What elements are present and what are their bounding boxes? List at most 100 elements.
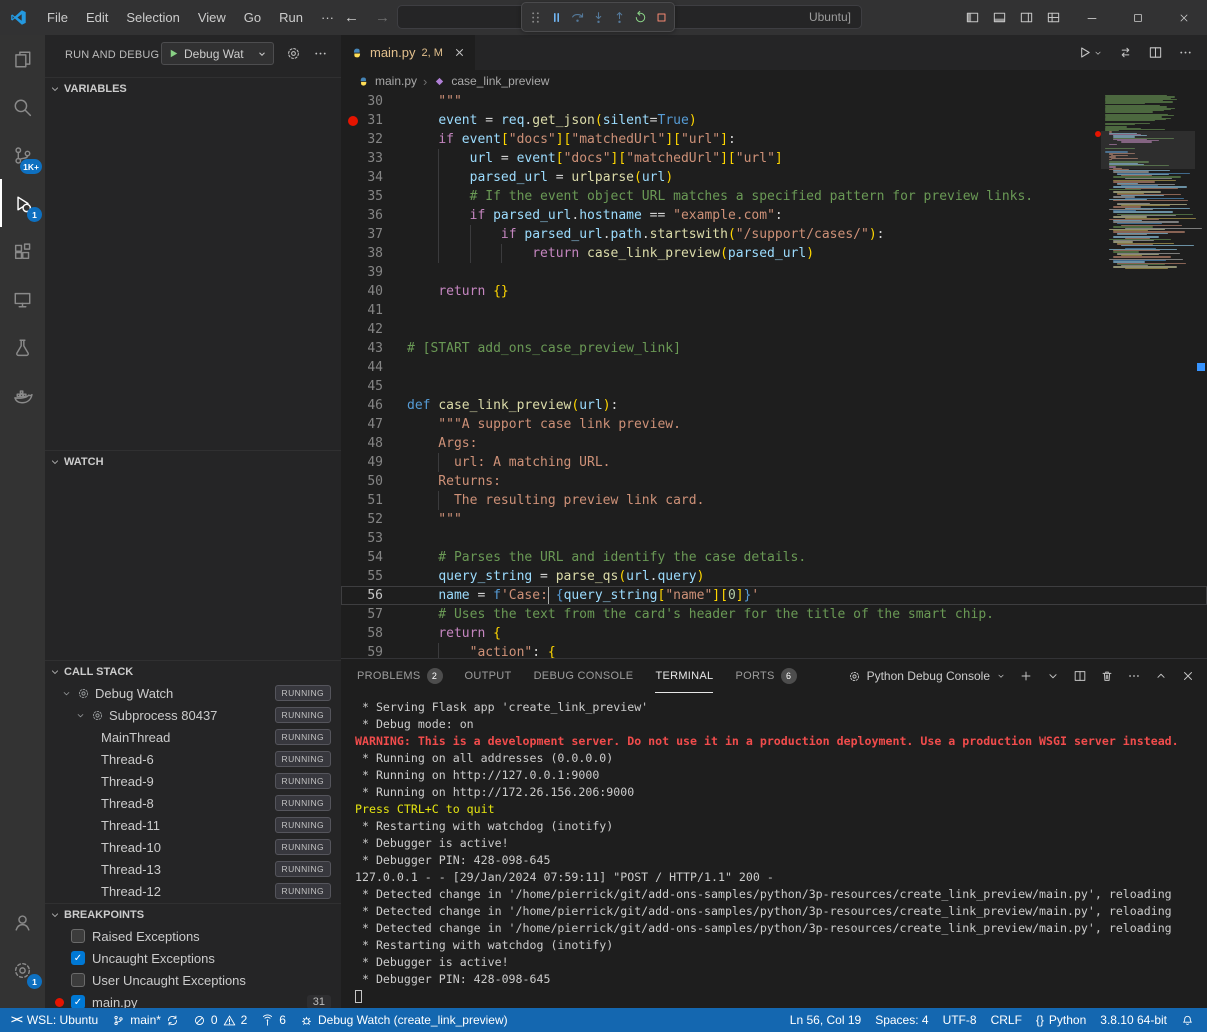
- code-line[interactable]: 46def case_link_preview(url):: [341, 396, 1207, 415]
- terminal-instance-select[interactable]: Python Debug Console: [848, 669, 1006, 683]
- status-encoding[interactable]: UTF-8: [936, 1008, 984, 1032]
- code-line[interactable]: 44: [341, 358, 1207, 377]
- window-close-button[interactable]: [1161, 0, 1207, 35]
- more-icon[interactable]: [1127, 669, 1141, 683]
- chevron-down-icon[interactable]: [1046, 669, 1060, 683]
- editor-gutter[interactable]: 42: [341, 320, 407, 339]
- activity-docker[interactable]: [0, 371, 45, 419]
- editor-gutter[interactable]: 30: [341, 92, 407, 111]
- arrow-right-icon[interactable]: →: [375, 10, 390, 25]
- menu-run[interactable]: Run: [270, 6, 312, 29]
- status-remote-indicator[interactable]: ><WSL: Ubuntu: [4, 1008, 105, 1032]
- breakpoint-checkbox[interactable]: ✓: [71, 951, 85, 965]
- code-line[interactable]: 50 Returns:: [341, 472, 1207, 491]
- panel-tab-output[interactable]: OUTPUT: [465, 659, 512, 693]
- code-line[interactable]: 35 # If the event object URL matches a s…: [341, 187, 1207, 206]
- menu-file[interactable]: File: [38, 6, 77, 29]
- panel-tab-terminal[interactable]: TERMINAL: [655, 659, 713, 693]
- menu-selection[interactable]: Selection: [117, 6, 188, 29]
- editor-gutter[interactable]: 46: [341, 396, 407, 415]
- layout-customize-icon[interactable]: [1046, 10, 1061, 25]
- code-line[interactable]: 40 return {}: [341, 282, 1207, 301]
- status-notifications[interactable]: [1174, 1008, 1201, 1032]
- editor-gutter[interactable]: 54: [341, 548, 407, 567]
- tab-main-py[interactable]: main.py 2, M: [341, 35, 475, 70]
- layout-sidebar-right-icon[interactable]: [1019, 10, 1034, 25]
- status-problems[interactable]: 02: [186, 1008, 254, 1032]
- editor-gutter[interactable]: 47: [341, 415, 407, 434]
- editor-gutter[interactable]: 53: [341, 529, 407, 548]
- editor-gutter[interactable]: 45: [341, 377, 407, 396]
- debug-stop-button[interactable]: [651, 4, 671, 30]
- start-debug-icon[interactable]: [168, 48, 179, 59]
- editor-gutter[interactable]: 38: [341, 244, 407, 263]
- debug-pause-button[interactable]: [546, 4, 566, 30]
- code-line[interactable]: 41: [341, 301, 1207, 320]
- breadcrumb-main-py[interactable]: main.py: [357, 74, 417, 88]
- code-line[interactable]: 43# [START add_ons_case_preview_link]: [341, 339, 1207, 358]
- status-python-version[interactable]: 3.8.10 64-bit: [1093, 1008, 1174, 1032]
- chevron-up-icon[interactable]: [1154, 669, 1168, 683]
- editor-gutter[interactable]: 52: [341, 510, 407, 529]
- code-line[interactable]: 56 name = f'Case: {query_string["name"][…: [341, 586, 1207, 605]
- panel-tab-debug-console[interactable]: DEBUG CONSOLE: [534, 659, 634, 693]
- code-line[interactable]: 51 The resulting preview link card.: [341, 491, 1207, 510]
- editor-gutter[interactable]: 50: [341, 472, 407, 491]
- code-line[interactable]: 52 """: [341, 510, 1207, 529]
- callstack-item[interactable]: Subprocess 80437RUNNING: [45, 704, 341, 726]
- status-git-branch[interactable]: main*: [105, 1008, 186, 1032]
- status-debug-status[interactable]: Debug Watch (create_link_preview): [293, 1008, 515, 1032]
- code-line[interactable]: 33 url = event["docs"]["matchedUrl"]["ur…: [341, 149, 1207, 168]
- code-line[interactable]: 48 Args:: [341, 434, 1207, 453]
- callstack-item[interactable]: Thread-12RUNNING: [45, 880, 341, 902]
- editor-gutter[interactable]: 43: [341, 339, 407, 358]
- editor-gutter[interactable]: 44: [341, 358, 407, 377]
- arrow-left-icon[interactable]: ←: [344, 10, 359, 25]
- window-minimize-button[interactable]: [1069, 0, 1115, 35]
- activity-source-control[interactable]: 1K+: [0, 131, 45, 179]
- layout-sidebar-left-icon[interactable]: [965, 10, 980, 25]
- activity-remote-explorer[interactable]: [0, 275, 45, 323]
- editor-gutter[interactable]: 48: [341, 434, 407, 453]
- activity-search[interactable]: [0, 83, 45, 131]
- activity-explorer[interactable]: [0, 35, 45, 83]
- editor-gutter[interactable]: 34: [341, 168, 407, 187]
- layout-panel-icon[interactable]: [992, 10, 1007, 25]
- editor-gutter[interactable]: 39: [341, 263, 407, 282]
- code-line[interactable]: 31 event = req.get_json(silent=True): [341, 111, 1207, 130]
- menu-[interactable]: ···: [312, 6, 343, 29]
- editor-gutter[interactable]: 58: [341, 624, 407, 643]
- window-maximize-button[interactable]: [1115, 0, 1161, 35]
- activity-accounts[interactable]: [0, 898, 45, 946]
- split-editor-icon[interactable]: [1073, 669, 1087, 683]
- editor-gutter[interactable]: 59: [341, 643, 407, 658]
- menu-edit[interactable]: Edit: [77, 6, 117, 29]
- section-breakpoints[interactable]: BREAKPOINTS: [45, 903, 341, 925]
- callstack-item[interactable]: Thread-10RUNNING: [45, 836, 341, 858]
- breakpoint-item[interactable]: ✓main.py31: [45, 991, 341, 1008]
- plus-icon[interactable]: [1019, 669, 1033, 683]
- code-line[interactable]: 58 return {: [341, 624, 1207, 643]
- debug-settings-gear-icon[interactable]: [286, 46, 301, 61]
- editor-gutter[interactable]: 33: [341, 149, 407, 168]
- activity-run-and-debug[interactable]: 1: [0, 179, 45, 227]
- code-line[interactable]: 32 if event["docs"]["matchedUrl"]["url"]…: [341, 130, 1207, 149]
- minimap-viewport[interactable]: [1101, 131, 1195, 169]
- callstack-item[interactable]: Thread-13RUNNING: [45, 858, 341, 880]
- breakpoint-checkbox[interactable]: [71, 929, 85, 943]
- section-variables[interactable]: VARIABLES: [45, 77, 341, 99]
- breakpoint-checkbox[interactable]: [71, 973, 85, 987]
- code-line[interactable]: 39: [341, 263, 1207, 282]
- debug-step-over-button[interactable]: [567, 4, 587, 30]
- status-indentation[interactable]: Spaces: 4: [868, 1008, 935, 1032]
- editor-gutter[interactable]: 41: [341, 301, 407, 320]
- code-line[interactable]: 54 # Parses the URL and identify the cas…: [341, 548, 1207, 567]
- code-line[interactable]: 30 """: [341, 92, 1207, 111]
- breakpoint-item[interactable]: User Uncaught Exceptions: [45, 969, 341, 991]
- editor-gutter[interactable]: 56: [341, 586, 407, 605]
- editor-gutter[interactable]: 32: [341, 130, 407, 149]
- breakpoint-checkbox[interactable]: ✓: [71, 995, 85, 1008]
- code-line[interactable]: 53: [341, 529, 1207, 548]
- panel-tab-problems[interactable]: PROBLEMS2: [357, 659, 443, 693]
- editor-gutter[interactable]: 37: [341, 225, 407, 244]
